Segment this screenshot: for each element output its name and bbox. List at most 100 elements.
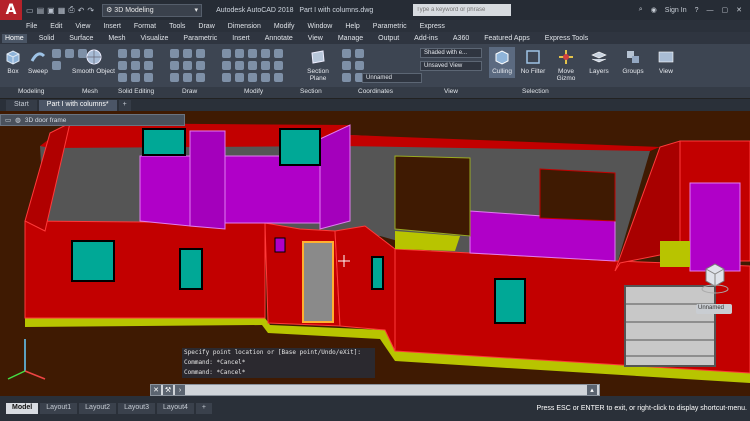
stretch-icon[interactable] bbox=[248, 49, 257, 58]
maximize-icon[interactable]: ▢ bbox=[722, 6, 729, 14]
menu-window[interactable]: Window bbox=[307, 23, 332, 30]
shell-icon[interactable] bbox=[118, 61, 127, 70]
intersect-icon[interactable] bbox=[144, 49, 153, 58]
tab-express-tools[interactable]: Express Tools bbox=[542, 34, 591, 43]
point-icon[interactable] bbox=[196, 73, 205, 82]
rectangle-icon[interactable] bbox=[183, 61, 192, 70]
sign-in-button[interactable]: Sign In bbox=[665, 7, 687, 14]
thicken-icon[interactable] bbox=[131, 73, 140, 82]
new-layout-button[interactable]: + bbox=[195, 403, 213, 414]
menu-parametric[interactable]: Parametric bbox=[373, 23, 407, 30]
tab-active-drawing[interactable]: Part I with columns* bbox=[38, 100, 117, 111]
tab-home[interactable]: Home bbox=[2, 33, 27, 43]
culling-button[interactable]: Culling bbox=[489, 47, 515, 78]
tab-visualize[interactable]: Visualize bbox=[138, 34, 172, 43]
move-icon[interactable] bbox=[222, 49, 231, 58]
section-plane-button[interactable]: Section Plane bbox=[304, 48, 332, 82]
trim-icon[interactable] bbox=[235, 61, 244, 70]
ucs-x-icon[interactable] bbox=[342, 61, 351, 70]
workspace-switcher[interactable]: ⚙ 3D Modeling ▾ bbox=[102, 3, 203, 17]
array-icon[interactable] bbox=[261, 61, 270, 70]
layout-tab-layout3[interactable]: Layout3 bbox=[118, 403, 155, 414]
viewcube-ucs-menu[interactable]: Unnamed bbox=[696, 304, 732, 314]
new-tab-button[interactable]: + bbox=[118, 100, 131, 111]
minimize-icon[interactable]: — bbox=[707, 7, 714, 14]
spline-icon[interactable] bbox=[183, 73, 192, 82]
panel-modify[interactable]: Modify bbox=[244, 88, 263, 95]
union-icon[interactable] bbox=[118, 49, 127, 58]
panel-solid-editing[interactable]: Solid Editing bbox=[118, 88, 154, 95]
named-view-dropdown[interactable]: Unsaved View bbox=[420, 61, 482, 71]
chevron-up-icon[interactable]: ▴ bbox=[587, 385, 597, 395]
copy-icon[interactable] bbox=[235, 49, 244, 58]
panel-mesh[interactable]: Mesh bbox=[82, 88, 98, 95]
panel-section[interactable]: Section bbox=[300, 88, 322, 95]
ucs-y-icon[interactable] bbox=[355, 61, 364, 70]
close-icon[interactable]: ✕ bbox=[736, 6, 742, 14]
extract-edges-icon[interactable] bbox=[144, 73, 153, 82]
tab-parametric[interactable]: Parametric bbox=[180, 34, 220, 43]
save-as-icon[interactable]: ▦ bbox=[58, 6, 66, 15]
tab-mesh[interactable]: Mesh bbox=[105, 34, 128, 43]
layout-tab-model[interactable]: Model bbox=[6, 403, 39, 414]
menu-view[interactable]: View bbox=[75, 23, 90, 30]
explode-icon[interactable] bbox=[235, 73, 244, 82]
tab-annotate[interactable]: Annotate bbox=[262, 34, 296, 43]
slice-icon[interactable] bbox=[144, 61, 153, 70]
plot-icon[interactable]: ⎙ bbox=[68, 5, 74, 15]
panel-coordinates[interactable]: Coordinates bbox=[358, 88, 393, 95]
world-ucs-icon[interactable] bbox=[355, 49, 364, 58]
visual-style-dropdown[interactable]: Shaded with e... bbox=[420, 48, 482, 58]
erase-icon[interactable] bbox=[222, 73, 231, 82]
move-gizmo-button[interactable]: Move Gizmo bbox=[553, 48, 579, 82]
command-input[interactable] bbox=[187, 385, 585, 395]
drawing-viewport[interactable]: Unnamed bbox=[0, 111, 750, 396]
recent-commands-icon[interactable]: › bbox=[175, 385, 185, 395]
smooth-object-button[interactable]: Smooth Object bbox=[72, 48, 115, 75]
layers-button[interactable]: Layers bbox=[587, 48, 611, 75]
menu-modify[interactable]: Modify bbox=[274, 23, 295, 30]
ucs-dropdown[interactable]: Unnamed bbox=[362, 73, 422, 83]
align-icon[interactable] bbox=[261, 73, 270, 82]
menu-help[interactable]: Help bbox=[345, 23, 359, 30]
tab-solid[interactable]: Solid bbox=[36, 34, 58, 43]
scale-icon[interactable] bbox=[222, 61, 231, 70]
separate-icon[interactable] bbox=[131, 61, 140, 70]
layout-tab-layout1[interactable]: Layout1 bbox=[40, 403, 78, 414]
menu-edit[interactable]: Edit bbox=[50, 23, 62, 30]
hatch-icon[interactable] bbox=[196, 61, 205, 70]
sweep-button[interactable]: Sweep bbox=[28, 48, 48, 75]
close-command-icon[interactable]: ✕ bbox=[151, 385, 161, 395]
menu-dimension[interactable]: Dimension bbox=[228, 23, 261, 30]
viewcube-icon[interactable] bbox=[700, 259, 730, 295]
join-icon[interactable] bbox=[248, 73, 257, 82]
extrude-icon[interactable] bbox=[52, 49, 61, 58]
no-filter-button[interactable]: No Filter bbox=[519, 48, 547, 75]
save-icon[interactable]: ▣ bbox=[47, 6, 55, 15]
open-icon[interactable]: ▤ bbox=[37, 6, 45, 15]
revolve-icon[interactable] bbox=[52, 61, 61, 70]
viewport-pin-icon[interactable]: ◍ bbox=[15, 116, 21, 124]
undo-icon[interactable]: ↶ bbox=[78, 6, 85, 15]
autocad-logo-icon[interactable]: A bbox=[0, 0, 22, 20]
panel-draw[interactable]: Draw bbox=[182, 88, 197, 95]
tab-manage[interactable]: Manage bbox=[335, 34, 366, 43]
menu-tools[interactable]: Tools bbox=[169, 23, 185, 30]
fillet-icon[interactable] bbox=[248, 61, 257, 70]
polyline-icon[interactable] bbox=[183, 49, 192, 58]
polygon-icon[interactable] bbox=[170, 73, 179, 82]
layout-tab-layout2[interactable]: Layout2 bbox=[79, 403, 117, 414]
panel-modeling[interactable]: Modeling bbox=[18, 88, 44, 95]
interfere-icon[interactable] bbox=[118, 73, 127, 82]
search-input[interactable] bbox=[413, 4, 512, 16]
tab-surface[interactable]: Surface bbox=[66, 34, 96, 43]
rotate-icon[interactable] bbox=[261, 49, 270, 58]
help-icon[interactable]: ? bbox=[695, 7, 699, 14]
tab-insert[interactable]: Insert bbox=[229, 34, 253, 43]
ucs-z-icon[interactable] bbox=[342, 73, 351, 82]
viewport-controls[interactable]: ▭ ◍ 3D door frame bbox=[0, 114, 185, 126]
arc-icon[interactable] bbox=[170, 61, 179, 70]
ucs-icon[interactable] bbox=[342, 49, 351, 58]
box-button[interactable]: Box bbox=[4, 48, 22, 75]
tab-start[interactable]: Start bbox=[6, 100, 37, 111]
